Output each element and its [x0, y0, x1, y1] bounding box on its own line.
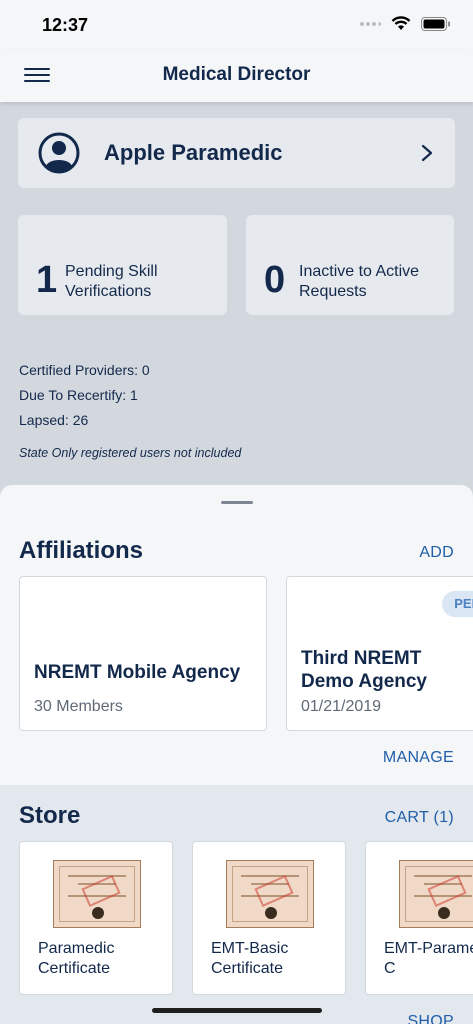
store-item-card[interactable]: Paramedic Certificate [19, 841, 173, 995]
user-avatar-icon [38, 132, 80, 174]
wifi-icon [391, 16, 411, 30]
stat-count: 0 [264, 259, 286, 301]
profile-name: Apple Paramedic [104, 140, 283, 165]
store-item-card[interactable]: EMT-Paramedic C [365, 841, 473, 995]
lapsed-text: Lapsed: 26 [19, 412, 89, 428]
affiliation-subtext: 01/21/2019 [301, 698, 382, 715]
store-item-name: Paramedic Certificate [38, 940, 115, 977]
battery-icon [421, 16, 450, 31]
affiliation-name: NREMT Mobile Agency [34, 662, 241, 683]
status-badge: PEN [442, 591, 473, 617]
certificate-image [399, 860, 473, 928]
stat-label: Inactive to Active Requests [299, 263, 420, 300]
certificate-image [53, 860, 141, 928]
shop-button[interactable]: SHOP [407, 1013, 454, 1024]
affiliation-name: Third NREMT Demo Agency [301, 648, 427, 692]
add-affiliation-button[interactable]: ADD [419, 544, 454, 562]
store-item-card[interactable]: EMT-Basic Certificate [192, 841, 346, 995]
inactive-to-active-requests-card[interactable]: 0 Inactive to Active Requests [246, 215, 454, 315]
status-time: 12:37 [42, 15, 89, 35]
page-title: Medical Director [162, 64, 311, 85]
chevron-right-icon [421, 144, 433, 162]
affiliations-title: Affiliations [19, 537, 143, 564]
certified-providers-text: Certified Providers: 0 [19, 362, 150, 378]
pending-skill-verifications-card[interactable]: 1 Pending Skill Verifications [18, 215, 227, 315]
affiliation-card[interactable]: PEN Third NREMT Demo Agency 01/21/2019 [286, 576, 473, 731]
store-section: Store CART (1) Paramedic Certificate EMT… [0, 785, 473, 1024]
status-bar: 12:37 [0, 0, 473, 50]
cart-button[interactable]: CART (1) [385, 809, 454, 827]
home-indicator[interactable] [152, 1008, 322, 1013]
manage-affiliations-button[interactable]: MANAGE [383, 749, 454, 767]
stat-label: Pending Skill Verifications [65, 263, 158, 300]
certificate-image [226, 860, 314, 928]
sheet-grabber-handle[interactable] [221, 501, 253, 504]
status-icons [359, 16, 451, 31]
affiliation-subtext: 30 Members [34, 698, 123, 715]
app-header: Medical Director [0, 50, 473, 102]
store-item-name: EMT-Basic Certificate [211, 940, 289, 977]
store-title: Store [19, 802, 81, 829]
stat-count: 1 [36, 259, 58, 301]
profile-card[interactable]: Apple Paramedic [18, 118, 455, 188]
affiliation-card[interactable]: NREMT Mobile Agency 30 Members [19, 576, 267, 731]
signal-icon [360, 21, 381, 26]
bottom-sheet: Affiliations ADD NREMT Mobile Agency 30 … [0, 485, 473, 1024]
due-to-recertify-text: Due To Recertify: 1 [19, 387, 138, 403]
store-item-name: EMT-Paramedic C [384, 940, 473, 977]
info-note: State Only registered users not included [19, 446, 242, 460]
